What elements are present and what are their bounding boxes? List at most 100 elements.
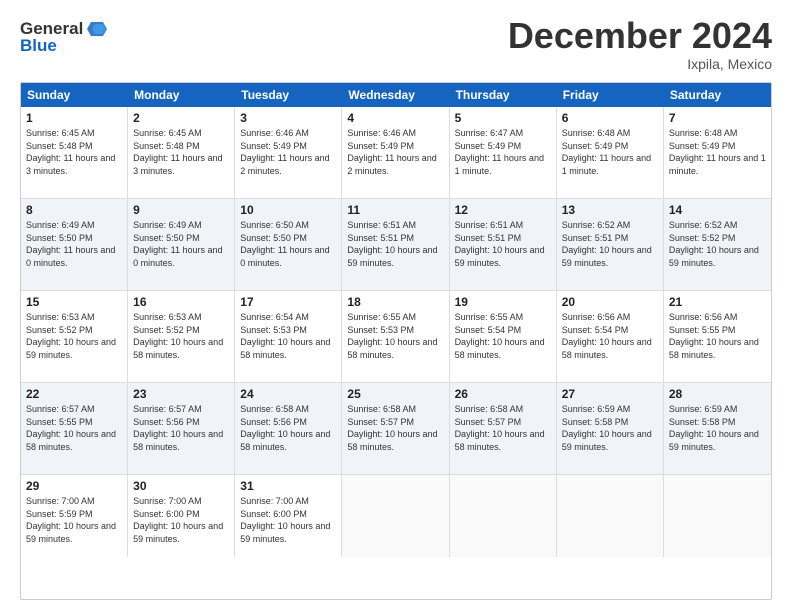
cal-cell: 6 Sunrise: 6:48 AM Sunset: 5:49 PM Dayli… (557, 107, 664, 198)
cal-week-2: 8 Sunrise: 6:49 AM Sunset: 5:50 PM Dayli… (21, 199, 771, 291)
cal-cell (342, 475, 449, 557)
title-block: December 2024 Ixpila, Mexico (508, 18, 772, 72)
cal-week-5: 29 Sunrise: 7:00 AM Sunset: 5:59 PM Dayl… (21, 475, 771, 557)
cal-cell: 14 Sunrise: 6:52 AM Sunset: 5:52 PM Dayl… (664, 199, 771, 290)
cell-info: Sunrise: 6:58 AM Sunset: 5:56 PM Dayligh… (240, 403, 336, 453)
col-saturday: Saturday (664, 83, 771, 107)
col-sunday: Sunday (21, 83, 128, 107)
cal-cell: 2 Sunrise: 6:45 AM Sunset: 5:48 PM Dayli… (128, 107, 235, 198)
cell-info: Sunrise: 6:45 AM Sunset: 5:48 PM Dayligh… (133, 127, 229, 177)
cell-info: Sunrise: 6:52 AM Sunset: 5:52 PM Dayligh… (669, 219, 766, 269)
cal-cell: 9 Sunrise: 6:49 AM Sunset: 5:50 PM Dayli… (128, 199, 235, 290)
cal-week-3: 15 Sunrise: 6:53 AM Sunset: 5:52 PM Dayl… (21, 291, 771, 383)
cell-info: Sunrise: 6:54 AM Sunset: 5:53 PM Dayligh… (240, 311, 336, 361)
cal-week-1: 1 Sunrise: 6:45 AM Sunset: 5:48 PM Dayli… (21, 107, 771, 199)
day-number: 23 (133, 387, 229, 401)
day-number: 22 (26, 387, 122, 401)
cell-info: Sunrise: 6:53 AM Sunset: 5:52 PM Dayligh… (133, 311, 229, 361)
cal-cell: 28 Sunrise: 6:59 AM Sunset: 5:58 PM Dayl… (664, 383, 771, 474)
cell-info: Sunrise: 6:49 AM Sunset: 5:50 PM Dayligh… (133, 219, 229, 269)
cell-info: Sunrise: 6:50 AM Sunset: 5:50 PM Dayligh… (240, 219, 336, 269)
day-number: 30 (133, 479, 229, 493)
day-number: 24 (240, 387, 336, 401)
cell-info: Sunrise: 6:58 AM Sunset: 5:57 PM Dayligh… (455, 403, 551, 453)
day-number: 12 (455, 203, 551, 217)
cal-cell: 24 Sunrise: 6:58 AM Sunset: 5:56 PM Dayl… (235, 383, 342, 474)
cell-info: Sunrise: 6:56 AM Sunset: 5:55 PM Dayligh… (669, 311, 766, 361)
cal-cell: 20 Sunrise: 6:56 AM Sunset: 5:54 PM Dayl… (557, 291, 664, 382)
cal-cell: 12 Sunrise: 6:51 AM Sunset: 5:51 PM Dayl… (450, 199, 557, 290)
day-number: 8 (26, 203, 122, 217)
cal-cell: 3 Sunrise: 6:46 AM Sunset: 5:49 PM Dayli… (235, 107, 342, 198)
day-number: 31 (240, 479, 336, 493)
cal-cell: 25 Sunrise: 6:58 AM Sunset: 5:57 PM Dayl… (342, 383, 449, 474)
day-number: 6 (562, 111, 658, 125)
cal-cell: 29 Sunrise: 7:00 AM Sunset: 5:59 PM Dayl… (21, 475, 128, 557)
cell-info: Sunrise: 6:47 AM Sunset: 5:49 PM Dayligh… (455, 127, 551, 177)
cal-cell: 13 Sunrise: 6:52 AM Sunset: 5:51 PM Dayl… (557, 199, 664, 290)
cal-week-4: 22 Sunrise: 6:57 AM Sunset: 5:55 PM Dayl… (21, 383, 771, 475)
day-number: 4 (347, 111, 443, 125)
cal-cell: 4 Sunrise: 6:46 AM Sunset: 5:49 PM Dayli… (342, 107, 449, 198)
cal-cell: 26 Sunrise: 6:58 AM Sunset: 5:57 PM Dayl… (450, 383, 557, 474)
logo: General Blue (20, 18, 107, 56)
day-number: 19 (455, 295, 551, 309)
calendar: Sunday Monday Tuesday Wednesday Thursday… (20, 82, 772, 600)
cal-cell: 31 Sunrise: 7:00 AM Sunset: 6:00 PM Dayl… (235, 475, 342, 557)
cell-info: Sunrise: 7:00 AM Sunset: 6:00 PM Dayligh… (240, 495, 336, 545)
cell-info: Sunrise: 7:00 AM Sunset: 5:59 PM Dayligh… (26, 495, 122, 545)
day-number: 1 (26, 111, 122, 125)
cell-info: Sunrise: 6:56 AM Sunset: 5:54 PM Dayligh… (562, 311, 658, 361)
col-wednesday: Wednesday (342, 83, 449, 107)
calendar-body: 1 Sunrise: 6:45 AM Sunset: 5:48 PM Dayli… (21, 107, 771, 557)
cell-info: Sunrise: 6:55 AM Sunset: 5:53 PM Dayligh… (347, 311, 443, 361)
cal-cell: 17 Sunrise: 6:54 AM Sunset: 5:53 PM Dayl… (235, 291, 342, 382)
day-number: 26 (455, 387, 551, 401)
cell-info: Sunrise: 6:55 AM Sunset: 5:54 PM Dayligh… (455, 311, 551, 361)
day-number: 9 (133, 203, 229, 217)
day-number: 5 (455, 111, 551, 125)
cal-cell: 19 Sunrise: 6:55 AM Sunset: 5:54 PM Dayl… (450, 291, 557, 382)
cal-cell: 7 Sunrise: 6:48 AM Sunset: 5:49 PM Dayli… (664, 107, 771, 198)
day-number: 20 (562, 295, 658, 309)
cal-cell: 22 Sunrise: 6:57 AM Sunset: 5:55 PM Dayl… (21, 383, 128, 474)
cal-cell (664, 475, 771, 557)
cell-info: Sunrise: 6:51 AM Sunset: 5:51 PM Dayligh… (347, 219, 443, 269)
cal-cell: 30 Sunrise: 7:00 AM Sunset: 6:00 PM Dayl… (128, 475, 235, 557)
cell-info: Sunrise: 6:48 AM Sunset: 5:49 PM Dayligh… (562, 127, 658, 177)
cal-cell: 8 Sunrise: 6:49 AM Sunset: 5:50 PM Dayli… (21, 199, 128, 290)
day-number: 17 (240, 295, 336, 309)
cal-cell (557, 475, 664, 557)
cell-info: Sunrise: 6:58 AM Sunset: 5:57 PM Dayligh… (347, 403, 443, 453)
cell-info: Sunrise: 6:59 AM Sunset: 5:58 PM Dayligh… (562, 403, 658, 453)
cal-cell: 10 Sunrise: 6:50 AM Sunset: 5:50 PM Dayl… (235, 199, 342, 290)
cal-cell (450, 475, 557, 557)
cal-cell: 27 Sunrise: 6:59 AM Sunset: 5:58 PM Dayl… (557, 383, 664, 474)
cal-cell: 23 Sunrise: 6:57 AM Sunset: 5:56 PM Dayl… (128, 383, 235, 474)
col-friday: Friday (557, 83, 664, 107)
day-number: 29 (26, 479, 122, 493)
cell-info: Sunrise: 6:57 AM Sunset: 5:56 PM Dayligh… (133, 403, 229, 453)
col-monday: Monday (128, 83, 235, 107)
day-number: 25 (347, 387, 443, 401)
cal-cell: 21 Sunrise: 6:56 AM Sunset: 5:55 PM Dayl… (664, 291, 771, 382)
day-number: 27 (562, 387, 658, 401)
page: General Blue December 2024 Ixpila, Mexic… (0, 0, 792, 612)
cell-info: Sunrise: 6:53 AM Sunset: 5:52 PM Dayligh… (26, 311, 122, 361)
day-number: 10 (240, 203, 336, 217)
cal-cell: 18 Sunrise: 6:55 AM Sunset: 5:53 PM Dayl… (342, 291, 449, 382)
day-number: 16 (133, 295, 229, 309)
day-number: 21 (669, 295, 766, 309)
header: General Blue December 2024 Ixpila, Mexic… (20, 18, 772, 72)
day-number: 3 (240, 111, 336, 125)
cell-info: Sunrise: 6:46 AM Sunset: 5:49 PM Dayligh… (347, 127, 443, 177)
cell-info: Sunrise: 6:49 AM Sunset: 5:50 PM Dayligh… (26, 219, 122, 269)
page-title: December 2024 (508, 18, 772, 54)
cal-cell: 16 Sunrise: 6:53 AM Sunset: 5:52 PM Dayl… (128, 291, 235, 382)
cell-info: Sunrise: 6:52 AM Sunset: 5:51 PM Dayligh… (562, 219, 658, 269)
cell-info: Sunrise: 6:57 AM Sunset: 5:55 PM Dayligh… (26, 403, 122, 453)
day-number: 28 (669, 387, 766, 401)
cal-cell: 5 Sunrise: 6:47 AM Sunset: 5:49 PM Dayli… (450, 107, 557, 198)
col-thursday: Thursday (450, 83, 557, 107)
cell-info: Sunrise: 6:59 AM Sunset: 5:58 PM Dayligh… (669, 403, 766, 453)
